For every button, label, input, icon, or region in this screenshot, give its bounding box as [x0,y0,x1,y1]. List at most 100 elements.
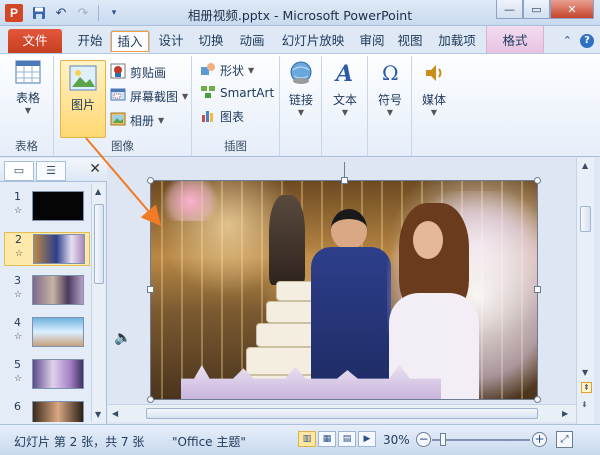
chevron-down-icon: ▼ [248,65,255,75]
theme-status[interactable]: "Office 主题" [172,433,246,450]
tab-file[interactable]: 文件 [8,29,62,53]
next-slide-icon[interactable]: ⇟ [581,400,588,409]
scroll-up-icon[interactable]: ▲ [582,161,588,170]
smartart-button[interactable]: SmartArt [200,83,274,103]
tab-transitions[interactable]: 切换 [192,30,230,53]
scrollbar-thumb[interactable] [146,408,538,419]
slide-thumbnail-image [32,401,84,422]
zoom-in-icon[interactable]: + [532,432,547,447]
slide-number: 1 [14,190,21,203]
maximize-icon[interactable]: ▭ [523,0,550,19]
slide-horizontal-scrollbar[interactable]: ◀ ▶ [108,404,576,422]
title-bar: P ↶ ↷ ▾ 相册视频.pptx - Microsoft PowerPoint… [0,0,600,26]
chevron-down-icon: ▼ [158,115,165,125]
scroll-down-icon[interactable]: ▼ [95,410,101,419]
smartart-icon [200,84,216,103]
slide-thumbnail-3[interactable]: 3 ☆ [4,274,90,308]
audio-speaker-icon[interactable]: 🔈 [114,330,131,346]
clipart-button[interactable]: 剪贴画 [110,62,166,82]
tab-insert[interactable]: 插入 [110,30,150,53]
text-a-icon: A [332,60,358,89]
pane-tabs: ▭ ☰ ✕ [0,158,107,182]
scrollbar-thumb[interactable] [94,204,104,284]
close-pane-icon[interactable]: ✕ [89,161,101,177]
tab-addins[interactable]: 加载项 [432,30,482,53]
resize-handle-left[interactable] [147,286,154,293]
slide-thumbnail-pane: ▭ ☰ ✕ 1 ☆ 2 ☆ 3 ☆ 4 ☆ 5 ☆ 6 ▲ ▼ [0,158,107,424]
ribbon-minimize-icon[interactable]: ⌃ [563,34,572,48]
group-media: 媒体 ▼ [412,56,456,156]
scroll-left-icon[interactable]: ◀ [112,409,118,418]
omega-icon: Ω [377,60,403,89]
clipart-label: 剪贴画 [130,65,167,80]
tab-design[interactable]: 设计 [152,30,190,53]
scroll-right-icon[interactable]: ▶ [562,409,568,418]
slide-thumbnail-4[interactable]: 4 ☆ [4,316,90,350]
resize-handle-right[interactable] [534,286,541,293]
resize-handle-bottom-left[interactable] [147,396,154,403]
screenshot-icon [110,87,126,106]
symbols-button[interactable]: Ω 符号 ▼ [373,60,407,117]
reading-view-icon[interactable]: ▤ [338,431,356,447]
transition-star-icon: ☆ [14,332,23,342]
slide-vertical-scrollbar[interactable]: ▲ ▼ ⇞ ⇟ [576,158,594,424]
outline-tab-icon[interactable]: ☰ [36,161,66,181]
zoom-out-icon[interactable]: − [416,432,431,447]
symbols-label: 符号 [377,93,402,107]
picture-button[interactable]: 图片 [60,60,106,138]
resize-handle-top-left[interactable] [147,177,154,184]
minimize-icon[interactable]: — [496,0,523,19]
group-symbols: Ω 符号 ▼ [368,56,412,156]
scroll-down-icon[interactable]: ▼ [582,368,588,377]
zoom-slider-thumb[interactable] [440,433,446,446]
previous-slide-icon[interactable]: ⇞ [581,382,592,393]
chart-button[interactable]: 图表 [200,106,244,126]
links-button[interactable]: 链接 ▼ [284,60,318,117]
slideshow-view-icon[interactable]: ▶ [358,431,376,447]
group-label-illustrations: 插图 [224,139,247,153]
slide-thumbnail-5[interactable]: 5 ☆ [4,358,90,392]
tab-review[interactable]: 审阅 [354,30,390,53]
group-label-tables: 表格 [15,139,38,153]
close-icon[interactable]: ✕ [550,0,594,19]
tab-slideshow[interactable]: 幻灯片放映 [274,30,352,53]
table-button[interactable]: 表格 ▼ [8,60,48,115]
shapes-icon [200,61,216,80]
tab-view[interactable]: 视图 [392,30,428,53]
slide-sorter-icon[interactable]: ▦ [318,431,336,447]
scroll-up-icon[interactable]: ▲ [95,187,101,196]
media-button[interactable]: 媒体 ▼ [417,60,451,117]
zoom-slider[interactable] [432,439,530,441]
resize-handle-top[interactable] [341,177,348,184]
tab-home[interactable]: 开始 [70,30,110,53]
zoom-level[interactable]: 30% [383,433,410,447]
text-button[interactable]: A 文本 ▼ [328,60,362,117]
transition-star-icon: ☆ [14,290,23,300]
transition-star-icon: ☆ [15,249,24,259]
speaker-icon [421,60,447,89]
tab-animations[interactable]: 动画 [232,30,272,53]
thumbnail-scrollbar[interactable]: ▲ ▼ [91,184,105,422]
normal-view-icon[interactable]: ▥ [298,431,316,447]
chevron-down-icon: ▼ [386,108,394,117]
slide-canvas[interactable] [150,180,538,400]
chevron-down-icon: ▼ [182,91,189,101]
slide-thumbnail-1[interactable]: 1 ☆ [4,190,90,224]
resize-handle-bottom-right[interactable] [534,396,541,403]
slides-tab-icon[interactable]: ▭ [4,161,34,181]
help-icon[interactable]: ? [580,34,594,48]
tab-format[interactable]: 格式 [486,26,544,53]
photo-album-button[interactable]: 相册 ▼ [110,110,164,130]
fit-to-window-icon[interactable]: ⤢ [556,431,573,448]
table-icon [15,60,41,87]
screenshot-button[interactable]: 屏幕截图 ▼ [110,86,188,106]
slide-thumbnail-6[interactable]: 6 [4,400,90,422]
table-button-label: 表格 [15,91,40,105]
chart-icon [200,107,216,126]
slide-number: 3 [14,274,21,287]
slide-thumbnail-2[interactable]: 2 ☆ [4,232,90,266]
shapes-button[interactable]: 形状 ▼ [200,60,254,80]
group-text: A 文本 ▼ [322,56,368,156]
resize-handle-top-right[interactable] [534,177,541,184]
scrollbar-thumb[interactable] [580,206,591,232]
